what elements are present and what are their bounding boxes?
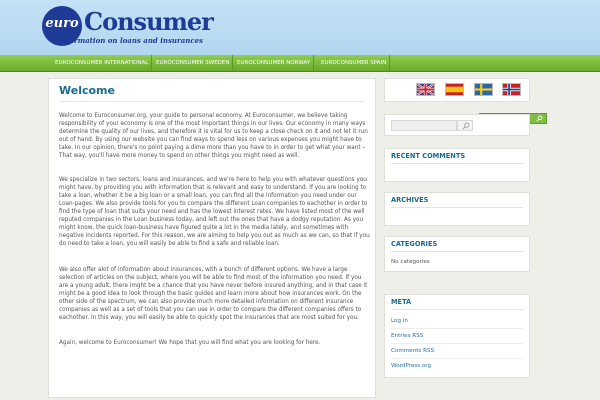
site-header: euro Consumer Information on loans and i… [0, 0, 600, 55]
link-divider [391, 358, 523, 359]
nav-item-spain[interactable]: EUROCONSUMER SPAIN [318, 55, 391, 71]
meta-title: META [391, 298, 412, 306]
title-divider [59, 101, 365, 102]
nav-item-international[interactable]: EUROCONSUMER INTERNATIONAL [52, 55, 153, 71]
recent-comments-title: RECENT COMMENTS [391, 152, 466, 160]
categories-empty-text: No categories [391, 259, 430, 265]
sidebar-search-input[interactable] [391, 120, 457, 131]
loans-paragraph: We specialize in two sectors, loans and … [59, 177, 370, 247]
uk-flag-icon[interactable] [416, 83, 435, 96]
meta-link-entries-rss[interactable]: Entries RSS [391, 333, 423, 339]
insurances-paragraph: We also offer alot of information about … [59, 267, 368, 321]
spain-flag-icon[interactable] [445, 83, 464, 96]
logo-tagline: Information on loans and insurances [58, 36, 203, 45]
search-icon [462, 122, 470, 130]
norway-flag-icon[interactable] [502, 83, 521, 96]
widget-divider [391, 207, 523, 208]
logo-wordmark: Consumer [84, 7, 214, 36]
nav-item-norway[interactable]: EUROCONSUMER NORWAY [234, 55, 315, 71]
archives-widget: ARCHIVES [384, 192, 530, 226]
archives-title: ARCHIVES [391, 196, 429, 204]
meta-link-login[interactable]: Log in [391, 318, 408, 324]
page-title: Welcome [59, 84, 115, 97]
recent-comments-widget: RECENT COMMENTS [384, 148, 530, 182]
meta-widget: META Log in Entries RSS Comments RSS Wor… [384, 294, 530, 378]
sweden-flag-icon[interactable] [474, 83, 493, 96]
intro-paragraph: Welcome to Euroconsumer.org, your guide … [59, 113, 368, 159]
widget-divider [391, 251, 523, 252]
language-flags [384, 78, 530, 102]
categories-widget: CATEGORIES No categories [384, 236, 530, 272]
main-nav: EUROCONSUMER INTERNATIONAL EUROCONSUMER … [0, 55, 600, 124]
meta-link-wordpress[interactable]: WordPress.org [391, 363, 431, 369]
link-divider [391, 343, 523, 344]
sidebar-search-button[interactable] [457, 120, 473, 131]
site-logo[interactable]: euro Consumer Information on loans and i… [42, 6, 214, 50]
meta-link-comments-rss[interactable]: Comments RSS [391, 348, 434, 354]
sidebar-search [384, 114, 530, 136]
widget-divider [391, 309, 523, 310]
closing-paragraph: Again, welcome to Euroconsumer! We hope … [59, 340, 321, 346]
search-icon[interactable] [536, 115, 543, 122]
widget-divider [391, 163, 523, 164]
link-divider [391, 328, 523, 329]
categories-title: CATEGORIES [391, 240, 438, 248]
nav-item-sweden[interactable]: EUROCONSUMER SWEDEN [153, 55, 234, 71]
main-content: Welcome Welcome to Euroconsumer.org, you… [48, 78, 376, 398]
